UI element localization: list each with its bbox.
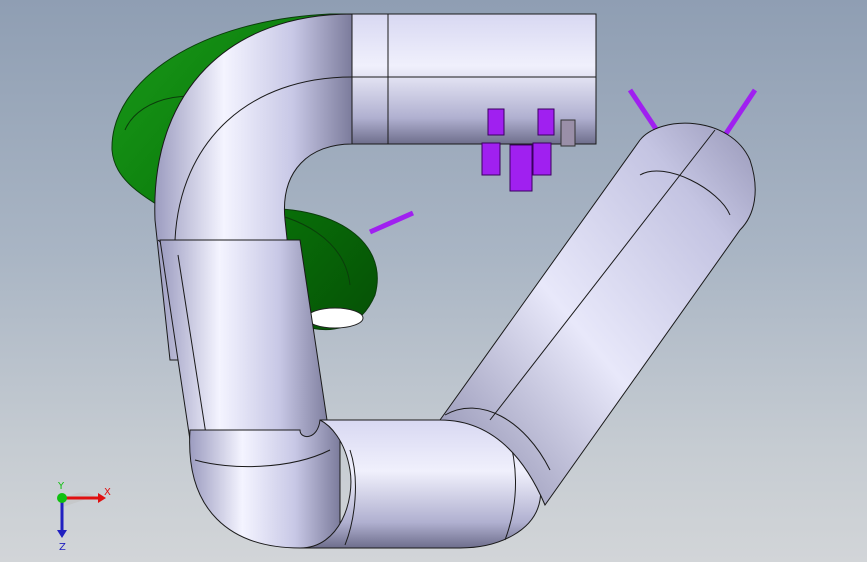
green-tube-opening (306, 307, 364, 329)
purple-block-3 (481, 142, 501, 176)
z-axis-label: Z (59, 542, 66, 553)
purple-rod-right-1 (627, 88, 663, 137)
purple-rod-right-2 (722, 88, 758, 137)
3d-model-view[interactable] (0, 0, 867, 562)
purple-block-2 (537, 108, 555, 136)
grey-bracket (560, 119, 576, 147)
purple-block-1 (487, 108, 505, 136)
purple-block-4 (509, 144, 533, 192)
y-axis-dot (57, 493, 67, 503)
pipe-elbow-bottom-left (189, 419, 341, 549)
x-axis-label: X (104, 487, 111, 498)
pipe-top-straight (349, 13, 597, 145)
cad-viewport[interactable]: X Y Z (0, 0, 867, 562)
y-axis-label: Y (57, 481, 65, 492)
purple-rod-left (368, 210, 415, 235)
pipe-left-vertical (159, 239, 331, 441)
purple-block-5 (532, 142, 552, 176)
orientation-triad: X Y Z (57, 481, 111, 553)
